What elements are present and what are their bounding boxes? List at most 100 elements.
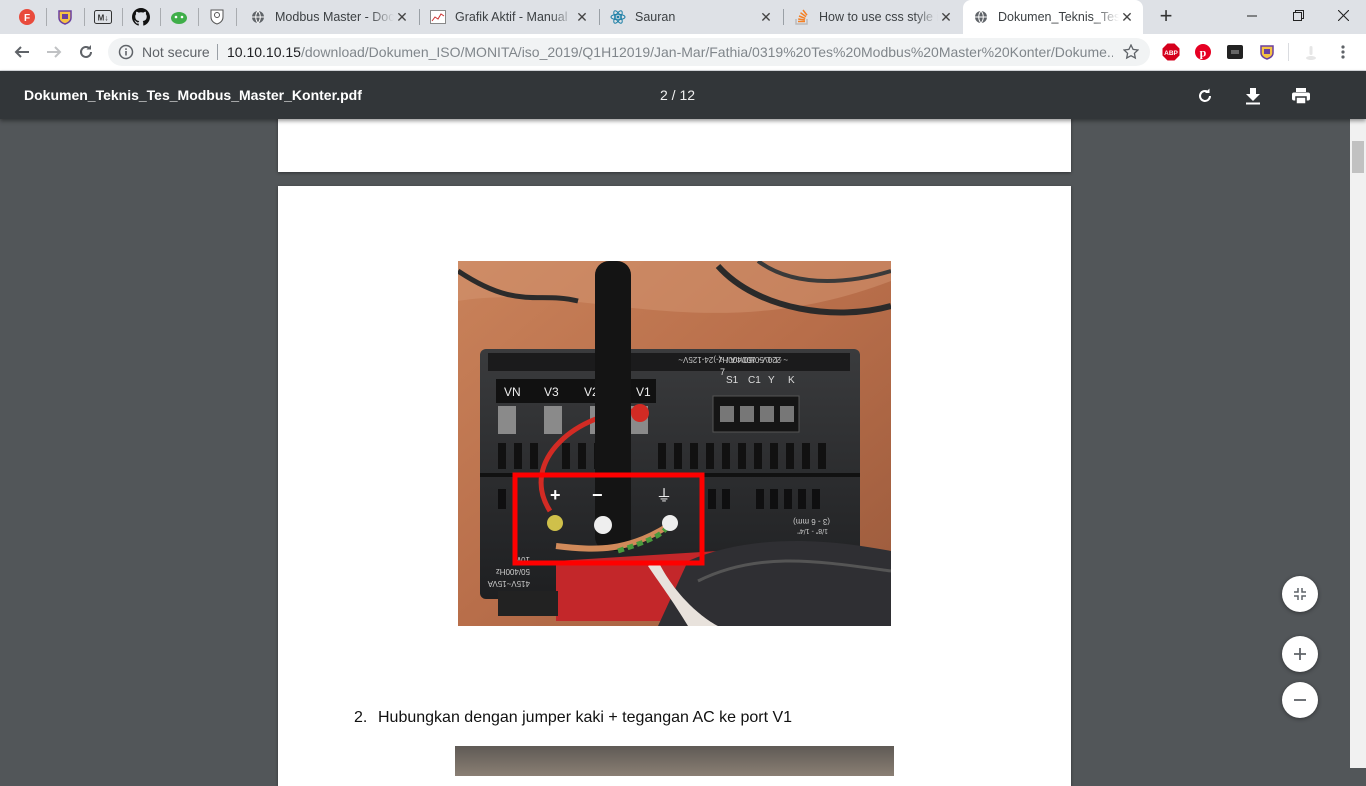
pdf-title: Dokumen_Teknis_Tes_Modbus_Master_Konter.… [24, 87, 362, 103]
label-vn: VN [504, 385, 521, 399]
tab-title: Sauran [635, 10, 676, 24]
pinned-tab-cloud[interactable] [167, 5, 191, 29]
minimize-button[interactable] [1229, 0, 1275, 30]
zoom-in-button[interactable] [1282, 636, 1318, 672]
label-v3: V3 [544, 385, 559, 399]
pinned-separator [122, 8, 123, 26]
label-c1: C1 [748, 375, 761, 386]
new-tab-button[interactable]: + [1155, 3, 1177, 28]
scrollbar-track[interactable] [1350, 71, 1366, 768]
tab-modbus-master[interactable]: Modbus Master - Doc ✕ [240, 0, 418, 34]
print-icon [1292, 88, 1310, 105]
react-atom-icon [610, 9, 626, 25]
step-number: 2. [354, 709, 368, 726]
plus-icon [1294, 648, 1306, 660]
label-y: Y [768, 375, 775, 386]
pinned-tab-github[interactable] [129, 5, 153, 29]
next-photo [455, 746, 894, 776]
svg-text:F: F [24, 13, 30, 24]
terminal-block-photo: ~L-L 50/60/400Hz ~ 220V~ 100mA / -(-)24-… [458, 261, 891, 626]
url-path: /download/Dokumen_ISO/MONITA/iso_2019/Q1… [300, 44, 1113, 60]
label-spec-2: 1/8" - 1/4" [797, 527, 828, 534]
profile-icon[interactable] [1302, 43, 1320, 61]
tab-dokumen-teknis[interactable]: Dokumen_Teknis_Tes_ ✕ [963, 0, 1143, 34]
pinned-separator [198, 8, 199, 26]
pinned-separator [236, 8, 237, 26]
extension-separator [1288, 43, 1289, 61]
tab-how-to-use-css[interactable]: How to use css style in ✕ [784, 0, 962, 34]
pinned-tab-markdown[interactable]: M↓ [91, 5, 115, 29]
pinned-tab-crest[interactable] [205, 5, 229, 29]
dark-reader-icon[interactable] [1226, 43, 1244, 61]
globe-icon [250, 9, 266, 25]
kebab-menu-icon[interactable] [1334, 43, 1352, 61]
info-icon[interactable] [118, 44, 134, 60]
label-bottom-2: 50/400Hz [496, 567, 530, 576]
download-button[interactable] [1241, 84, 1265, 108]
tab-grafik-aktif[interactable]: Grafik Aktif - Manual ✕ [420, 0, 598, 34]
markdown-icon: M↓ [94, 10, 112, 24]
close-icon[interactable]: ✕ [394, 9, 410, 25]
arrow-left-icon [14, 46, 29, 58]
url-host: 10.10.10.15 [227, 44, 301, 60]
print-button[interactable] [1289, 84, 1313, 108]
reload-button[interactable] [73, 39, 99, 65]
letter-f-icon: F [19, 9, 35, 25]
label-right-numbers: 7 [720, 367, 725, 377]
shield-badge-icon[interactable] [1258, 43, 1276, 61]
tab-title: Grafik Aktif - Manual [455, 10, 568, 24]
fit-to-page-button[interactable] [1282, 576, 1318, 612]
url-separator [217, 44, 218, 60]
minus-icon [1294, 699, 1306, 701]
label-v1: V1 [636, 385, 651, 399]
tab-title: How to use css style in [819, 10, 938, 24]
restore-button[interactable] [1275, 0, 1321, 30]
reload-icon [80, 45, 92, 58]
label-ground: ⏚ [656, 486, 672, 505]
pinned-tab-extension[interactable] [53, 5, 77, 29]
github-icon [132, 8, 150, 26]
back-button[interactable] [9, 39, 35, 65]
close-icon[interactable]: ✕ [1119, 9, 1135, 25]
label-s1: S1 [726, 375, 739, 386]
download-icon [1246, 88, 1260, 105]
rotate-icon [1199, 88, 1211, 102]
pinned-tab-f[interactable]: F [15, 5, 39, 29]
security-label[interactable]: Not secure [142, 44, 210, 60]
close-icon[interactable]: ✕ [574, 9, 590, 25]
zoom-out-button[interactable] [1282, 682, 1318, 718]
pinterest-icon[interactable]: p [1194, 43, 1212, 61]
close-icon[interactable]: ✕ [758, 9, 774, 25]
label-spec: (3 - 6 mm) [793, 517, 830, 526]
tab-sauran[interactable]: Sauran ✕ [600, 0, 782, 34]
shield-badge-icon [58, 10, 72, 25]
arrow-right-icon [47, 46, 62, 58]
svg-text:M↓: M↓ [98, 14, 109, 23]
url-text[interactable]: 10.10.10.15/download/Dokumen_ISO/MONITA/… [227, 44, 1113, 60]
scrollbar-thumb[interactable] [1352, 141, 1364, 173]
label-plus: + [550, 485, 561, 505]
fit-page-icon [1294, 588, 1306, 600]
pinned-separator [84, 8, 85, 26]
globe-icon [973, 9, 989, 25]
adblock-icon[interactable]: ABP [1162, 43, 1180, 61]
label-k: K [788, 375, 795, 386]
close-icon[interactable]: ✕ [938, 9, 954, 25]
close-window-button[interactable] [1320, 0, 1366, 30]
stackoverflow-icon [794, 9, 810, 25]
tab-title: Modbus Master - Doc [275, 10, 394, 24]
pinned-separator [160, 8, 161, 26]
bookmark-star-icon[interactable] [1122, 43, 1140, 61]
page-indicator[interactable]: 2 / 12 [660, 87, 695, 103]
tab-strip: F M↓ Modbus Master - Doc ✕ Grafik Aktif … [0, 0, 1366, 34]
rotate-button[interactable] [1193, 84, 1217, 108]
cloud-icon [171, 12, 187, 24]
crest-icon [210, 9, 224, 25]
label-voltage: ~ 220V~ 100mA / -(-)24-125V~ [678, 355, 788, 364]
pinned-separator [46, 8, 47, 26]
adblock-label: ABP [1164, 50, 1178, 57]
label-minus: − [592, 485, 603, 505]
svg-text:p: p [1200, 46, 1207, 60]
forward-button[interactable] [41, 39, 67, 65]
tab-title: Dokumen_Teknis_Tes_ [998, 10, 1119, 24]
